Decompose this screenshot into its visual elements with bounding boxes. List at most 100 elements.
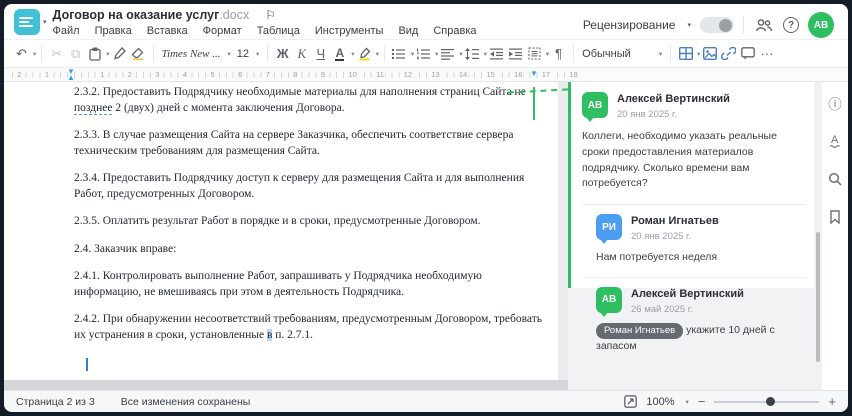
mention-chip[interactable]: Роман Игнатьев bbox=[596, 322, 684, 339]
underline-button[interactable]: Ч bbox=[311, 43, 330, 65]
search-icon[interactable] bbox=[826, 170, 844, 188]
copy-button[interactable]: ⧉ bbox=[66, 43, 85, 65]
svg-text:А: А bbox=[831, 134, 839, 146]
paragraph-2-3-2[interactable]: 2.3.2. Предоставить Подрядчику необходим… bbox=[74, 85, 546, 116]
cut-button[interactable]: ✂ bbox=[47, 43, 66, 65]
flag-icon[interactable]: ⚐ bbox=[265, 8, 276, 22]
comment-thread[interactable]: АВ Алексей Вертинский 20 янв 2025 г. Кол… bbox=[568, 82, 814, 352]
menu-item-file[interactable]: Файл bbox=[53, 25, 80, 37]
zoom-out-button[interactable]: − bbox=[698, 395, 706, 408]
bullet-list-button[interactable] bbox=[390, 43, 409, 65]
horizontal-ruler[interactable]: 2 1 1 2 3 4 5 6 7 8 9 10 11 12 13 14 15 16 17 18 ▼ ▲ ▼ bbox=[4, 68, 848, 82]
align-button[interactable] bbox=[438, 43, 457, 65]
review-mode-button[interactable]: Рецензирование bbox=[583, 18, 676, 32]
line-spacing-button[interactable] bbox=[463, 43, 482, 65]
toggle-knob bbox=[719, 18, 732, 32]
reply-2-author: Алексей Вертинский bbox=[631, 287, 744, 300]
scrollbar-thumb[interactable] bbox=[816, 232, 820, 362]
paragraph-text: 2.3.2. Предоставить Подрядчику необходим… bbox=[74, 86, 526, 98]
increase-indent-button[interactable] bbox=[506, 43, 525, 65]
font-name-select[interactable]: Times New ... ▾ bbox=[159, 43, 234, 65]
insert-link-button[interactable] bbox=[719, 43, 738, 65]
more-tools-button[interactable]: ··· bbox=[757, 43, 776, 65]
reply-1-text: Нам потребуется неделя bbox=[596, 251, 718, 263]
zoom-slider-handle[interactable] bbox=[766, 397, 776, 406]
document-title: Договор на оказание услуг bbox=[52, 8, 220, 22]
decrease-indent-button[interactable] bbox=[487, 43, 506, 65]
paste-button[interactable] bbox=[85, 43, 104, 65]
zoom-slider[interactable] bbox=[714, 397, 820, 407]
bold-button[interactable]: Ж bbox=[273, 43, 292, 65]
undo-caret-icon[interactable]: ▾ bbox=[33, 50, 36, 58]
reply-2-date: 26 май 2025 г. bbox=[631, 303, 693, 315]
numbered-list-button[interactable] bbox=[414, 43, 433, 65]
clear-formatting-button[interactable] bbox=[129, 43, 148, 65]
document-page[interactable]: 2.3.2. Предоставить Подрядчику необходим… bbox=[18, 82, 558, 380]
reply-1-date: 20 янв 2025 г. bbox=[631, 231, 692, 242]
style-select[interactable]: Обычный ▾ bbox=[579, 43, 665, 65]
zoom-caret-icon[interactable]: ▾ bbox=[686, 398, 689, 406]
reply-2-avatar: АВ bbox=[596, 286, 622, 317]
font-size-select[interactable]: 12 ▾ bbox=[234, 43, 263, 65]
menu-item-help[interactable]: Справка bbox=[433, 25, 476, 37]
font-color-letter: А bbox=[335, 45, 345, 61]
paragraph-2-4-1[interactable]: 2.4.1. Контролировать выполнение Работ, … bbox=[74, 269, 546, 300]
paragraph-2-3-3[interactable]: 2.3.3. В случае размещения Сайта на серв… bbox=[74, 128, 546, 159]
zoom-level-value[interactable]: 100% bbox=[646, 396, 674, 408]
insert-image-button[interactable] bbox=[700, 43, 719, 65]
comments-panel: АВ Алексей Вертинский 20 янв 2025 г. Кол… bbox=[568, 82, 814, 390]
page-indicator[interactable]: Страница 2 из 3 bbox=[16, 396, 95, 408]
app-window: ▾ Договор на оказание услуг .docx ⚐ Файл… bbox=[4, 4, 848, 412]
font-color-button[interactable]: А bbox=[330, 43, 349, 65]
main-area: 91011121314151617181920 2.3.2. Предостав… bbox=[4, 82, 848, 390]
review-toggle[interactable] bbox=[700, 17, 734, 33]
spellcheck-icon[interactable]: А bbox=[826, 132, 844, 150]
menu-item-table[interactable]: Таблица bbox=[257, 25, 300, 37]
fit-width-button[interactable] bbox=[624, 395, 638, 408]
document-canvas[interactable]: 2.3.2. Предоставить Подрядчику необходим… bbox=[4, 82, 569, 390]
bookmark-icon[interactable] bbox=[826, 208, 844, 226]
right-indent-marker[interactable]: ▼ bbox=[530, 70, 538, 78]
menu-item-edit[interactable]: Правка bbox=[95, 25, 132, 37]
menu-item-format[interactable]: Формат bbox=[203, 25, 242, 37]
menu-item-insert[interactable]: Вставка bbox=[147, 25, 188, 37]
review-caret-icon[interactable]: ▾ bbox=[687, 21, 691, 29]
hanging-indent-marker[interactable]: ▲ bbox=[67, 74, 75, 82]
insert-comment-button[interactable] bbox=[738, 43, 757, 65]
collaboration-users-icon[interactable] bbox=[753, 14, 774, 36]
paragraph-2-3-4[interactable]: 2.3.4. Предоставить Подрядчику доступ к … bbox=[74, 171, 546, 202]
paragraph-settings-button[interactable] bbox=[525, 43, 544, 65]
zoom-in-button[interactable]: + bbox=[828, 395, 836, 408]
font-size-caret-icon: ▾ bbox=[256, 50, 260, 58]
paragraph-2-4[interactable]: 2.4. Заказчик вправе: bbox=[74, 242, 546, 258]
reply-1-avatar: РИ bbox=[596, 214, 622, 244]
insert-table-button[interactable] bbox=[676, 43, 695, 65]
highlight-color-caret-icon[interactable]: ▾ bbox=[376, 50, 379, 58]
nonprinting-chars-button[interactable]: ¶ bbox=[549, 43, 568, 65]
comments-scrollbar[interactable] bbox=[814, 82, 822, 390]
paragraph-text: п. 2.7.1. bbox=[272, 328, 314, 341]
undo-button[interactable]: ↶ bbox=[12, 43, 31, 65]
paragraph-2-4-2[interactable]: 2.4.2. При обнаружении несоответствий тр… bbox=[74, 312, 546, 343]
reply-2-text: Роман Игнатьев укажите 10 дней с запасом bbox=[571, 315, 814, 366]
menu-item-tools[interactable]: Инструменты bbox=[315, 25, 384, 37]
page-gap bbox=[558, 82, 568, 390]
paragraph-text: 2 (двух) дней с момента заключения Догов… bbox=[112, 101, 345, 114]
comment-1-text: Коллеги, необходимо указать реальные сро… bbox=[582, 130, 777, 190]
style-value: Обычный bbox=[582, 47, 631, 60]
document-extension: .docx bbox=[219, 8, 250, 22]
save-status: Все изменения сохранены bbox=[120, 395, 251, 408]
user-avatar[interactable]: АВ bbox=[808, 12, 834, 38]
format-painter-button[interactable] bbox=[110, 43, 129, 65]
help-button[interactable]: ? bbox=[783, 17, 799, 33]
app-menu-caret-icon: ▾ bbox=[43, 19, 47, 26]
highlight-color-button[interactable] bbox=[355, 43, 374, 65]
app-menu-button[interactable]: ▾ bbox=[14, 9, 47, 35]
comment-anchor-bar bbox=[533, 87, 535, 120]
commented-text[interactable]: позднее bbox=[74, 101, 113, 115]
italic-button[interactable]: К bbox=[292, 43, 311, 65]
info-icon[interactable]: ⓘ bbox=[826, 94, 844, 112]
menu-item-view[interactable]: Вид bbox=[398, 25, 418, 37]
paragraph-2-3-5[interactable]: 2.3.5. Оплатить результат Работ в порядк… bbox=[74, 214, 546, 230]
font-name-caret-icon: ▾ bbox=[227, 50, 231, 58]
